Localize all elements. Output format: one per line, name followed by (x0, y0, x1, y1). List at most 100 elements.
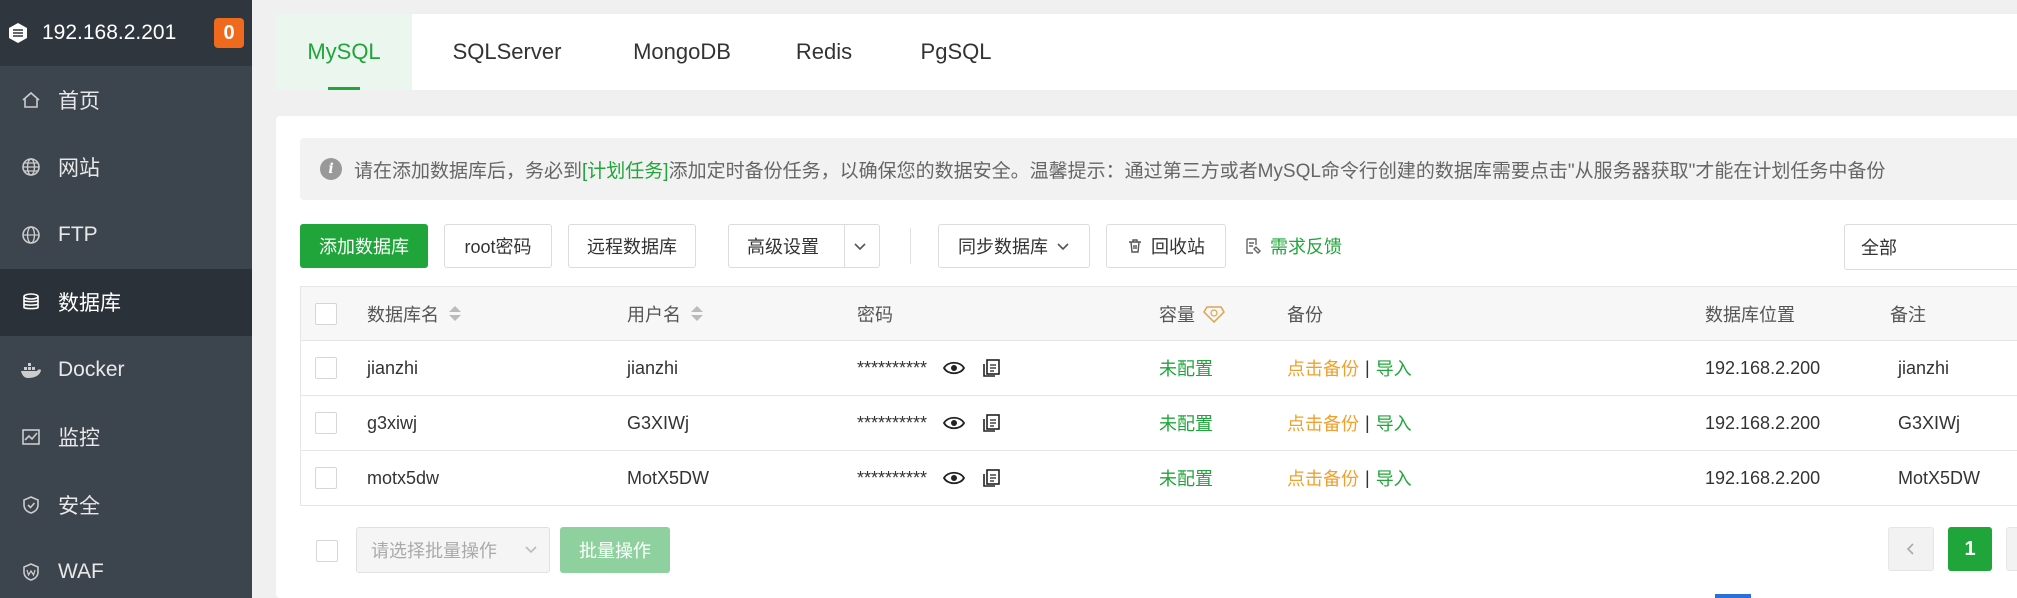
sidebar-item-database[interactable]: 数据库 (0, 268, 252, 336)
row-checkbox[interactable] (315, 412, 337, 434)
copy-password-icon[interactable] (981, 468, 1001, 488)
advanced-settings-label: 高级设置 (747, 237, 819, 257)
db-name[interactable]: jianzhi (367, 341, 418, 395)
sidebar-item-ftp[interactable]: FTP (0, 201, 252, 269)
root-password-button[interactable]: root密码 (444, 224, 552, 268)
prev-page-button[interactable] (1888, 527, 1934, 571)
tab-sqlserver[interactable]: SQLServer (412, 14, 602, 90)
db-remark[interactable]: MotX5DW (1898, 451, 1980, 505)
db-remark[interactable]: G3XIWj (1898, 396, 1960, 450)
sync-database-dropdown[interactable]: 同步数据库 (938, 224, 1090, 268)
tab-mysql[interactable]: MySQL (276, 14, 412, 90)
db-user: MotX5DW (627, 467, 710, 488)
col-location-header: 数据库位置 (1705, 304, 1795, 325)
advanced-settings-dropdown[interactable]: 高级设置 (728, 224, 880, 268)
sidebar-item-waf[interactable]: WAF (0, 539, 252, 598)
server-ip[interactable]: 192.168.2.201 (42, 21, 214, 45)
chevron-down-icon (854, 243, 866, 251)
db-type-tabs: MySQL SQLServer MongoDB Redis PgSQL (276, 14, 2017, 90)
import-link[interactable]: 导入 (1376, 465, 1412, 491)
batch-operation-placeholder: 请选择批量操作 (371, 541, 497, 561)
col-capacity-label: 容量 (1159, 304, 1195, 325)
tab-mongodb[interactable]: MongoDB (602, 14, 762, 90)
col-name-header[interactable]: 数据库名 (367, 287, 461, 340)
copy-password-icon[interactable] (981, 358, 1001, 378)
page-number-current[interactable]: 1 (1948, 527, 1992, 571)
show-password-eye-icon[interactable] (943, 415, 966, 431)
db-password: ********** (857, 357, 928, 378)
db-password: ********** (857, 467, 928, 488)
scroll-indicator (1715, 594, 1751, 598)
recycle-bin-label: 回收站 (1151, 237, 1205, 257)
backup-notice: i 请在添加数据库后，务必到 [计划任务] 添加定时备份任务，以确保您的数据安全… (300, 138, 2017, 200)
next-page-button[interactable] (2006, 527, 2017, 571)
import-link[interactable]: 导入 (1376, 355, 1412, 381)
ftp-globe-icon (20, 224, 42, 246)
capacity-not-configured[interactable]: 未配置 (1159, 451, 1213, 505)
sidebar-item-security[interactable]: 安全 (0, 471, 252, 539)
backup-now-link[interactable]: 点击备份 (1287, 355, 1359, 381)
toolbar-divider (910, 228, 911, 264)
backup-cell: 点击备份 | 导入 (1287, 341, 1412, 395)
vip-diamond-icon (1203, 305, 1225, 323)
sidebar-item-website[interactable]: 网站 (0, 134, 252, 202)
recycle-bin-button[interactable]: 回收站 (1106, 224, 1226, 268)
info-icon: i (320, 158, 342, 180)
capacity-not-configured[interactable]: 未配置 (1159, 341, 1213, 395)
db-location: 192.168.2.200 (1705, 467, 1821, 488)
capacity-not-configured[interactable]: 未配置 (1159, 396, 1213, 450)
show-password-eye-icon[interactable] (943, 470, 966, 486)
backup-now-link[interactable]: 点击备份 (1287, 465, 1359, 491)
col-remark-header: 备注 (1890, 304, 1926, 325)
col-capacity-header: 容量 (1159, 287, 1225, 340)
sidebar-item-home[interactable]: 首页 (0, 66, 252, 134)
batch-operation-button[interactable]: 批量操作 (560, 527, 670, 573)
feedback-link[interactable]: 需求反馈 (1244, 224, 1342, 268)
separator: | (1365, 357, 1370, 378)
col-user-label: 用户名 (627, 304, 681, 325)
sidebar-item-monitor[interactable]: 监控 (0, 404, 252, 472)
copy-password-icon[interactable] (981, 413, 1001, 433)
db-name[interactable]: motx5dw (367, 451, 439, 505)
notification-badge[interactable]: 0 (214, 18, 244, 48)
row-checkbox[interactable] (315, 467, 337, 489)
db-location: 192.168.2.200 (1705, 357, 1821, 378)
show-password-eye-icon[interactable] (943, 360, 966, 376)
sidebar-item-docker[interactable]: Docker (0, 336, 252, 404)
monitor-chart-icon (20, 426, 42, 448)
batch-operation-select[interactable]: 请选择批量操作 (356, 527, 550, 573)
chevron-down-icon (1057, 243, 1069, 251)
sidebar-item-label: 网站 (58, 157, 100, 181)
docker-icon (20, 359, 42, 381)
db-name[interactable]: g3xiwj (367, 396, 417, 450)
trash-icon (1129, 239, 1141, 253)
feedback-label: 需求反馈 (1270, 237, 1342, 257)
tab-redis[interactable]: Redis (762, 14, 886, 90)
import-link[interactable]: 导入 (1376, 410, 1412, 436)
sort-icon (449, 306, 461, 321)
cron-task-link[interactable]: [计划任务] (582, 156, 669, 183)
tab-pgsql[interactable]: PgSQL (886, 14, 1026, 90)
password-cell: ********** (857, 451, 1001, 505)
notice-suffix: 添加定时备份任务，以确保您的数据安全。温馨提示：通过第三方或者MySQL命令行创… (668, 160, 1886, 182)
sidebar-item-label: 监控 (58, 427, 100, 451)
table-row: jianzhi jianzhi ********** 未配置 点击备份 | 导入… (301, 341, 2017, 396)
sidebar: 192.168.2.201 0 首页 网站 FTP 数据库 Docker 监控 … (0, 0, 252, 598)
server-logo-icon (9, 23, 27, 43)
add-database-button[interactable]: 添加数据库 (300, 224, 428, 268)
page: 192.168.2.201 0 首页 网站 FTP 数据库 Docker 监控 … (0, 0, 2017, 598)
footer-select-all-checkbox[interactable] (316, 540, 338, 562)
db-password: ********** (857, 412, 928, 433)
backup-cell: 点击备份 | 导入 (1287, 396, 1412, 450)
waf-shield-icon (20, 561, 42, 583)
row-checkbox[interactable] (315, 357, 337, 379)
remote-database-button[interactable]: 远程数据库 (568, 224, 696, 268)
db-remark[interactable]: jianzhi (1898, 341, 1949, 395)
feedback-edit-icon (1246, 238, 1261, 254)
select-all-checkbox[interactable] (315, 302, 337, 325)
filter-select[interactable]: 全部 (1844, 224, 2017, 270)
col-user-header[interactable]: 用户名 (627, 287, 703, 340)
backup-now-link[interactable]: 点击备份 (1287, 410, 1359, 436)
database-icon (20, 291, 42, 313)
password-cell: ********** (857, 341, 1001, 395)
